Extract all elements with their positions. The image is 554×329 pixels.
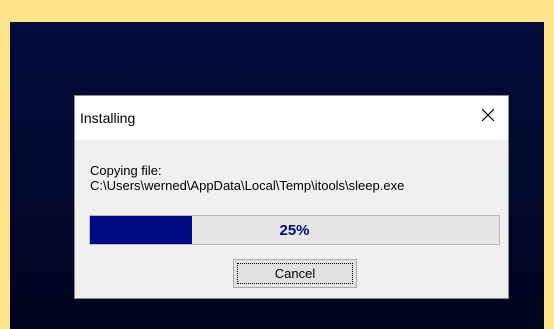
progress-percent-label: 25% <box>279 221 310 239</box>
message-file-path: C:\Users\werned\AppData\Local\Temp\itool… <box>90 178 405 193</box>
dialog-title: Installing <box>80 110 136 126</box>
close-icon <box>481 108 495 122</box>
desktop-background: Installing Copying file: C:\Users\werned… <box>10 22 544 329</box>
installing-dialog: Installing Copying file: C:\Users\werned… <box>74 95 509 299</box>
message-line-1: Copying file: <box>90 163 162 178</box>
close-button[interactable] <box>468 96 508 134</box>
title-bar: Installing <box>75 96 508 140</box>
progress-bar: 25% <box>89 215 500 245</box>
focus-rectangle <box>237 263 353 284</box>
cancel-button[interactable]: Cancel <box>233 259 357 288</box>
status-message: Copying file: C:\Users\werned\AppData\Lo… <box>90 163 404 193</box>
